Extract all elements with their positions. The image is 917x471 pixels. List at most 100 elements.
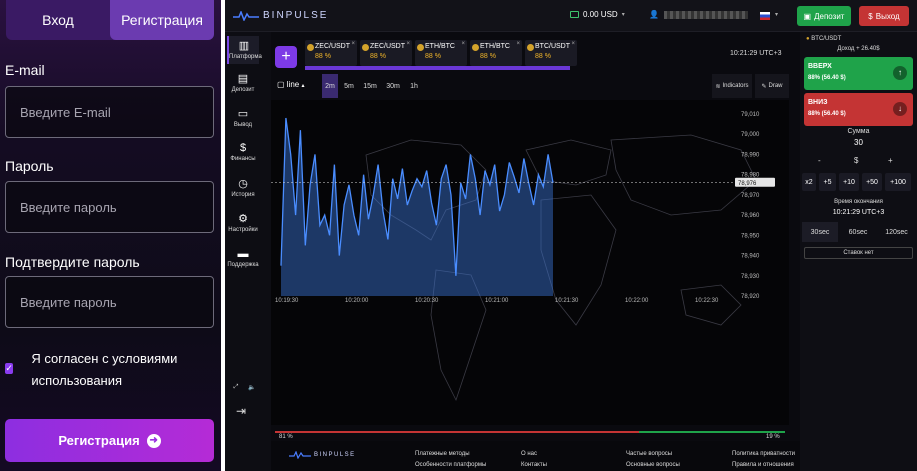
y-tick-label: 78,950 [741,233,760,239]
top-bar: BINPULSE 0.00 USD ▾ 👤 ▾ ▣ Депозит $ Выход [225,0,917,32]
exit-button[interactable]: $ Выход [859,6,909,26]
deposit-label: Депозит [814,11,845,21]
footer-link[interactable]: О нас [521,451,537,457]
multiplier-plus-10[interactable]: +10 [839,173,859,191]
draw-button[interactable]: ✎ Draw [755,74,789,98]
footer-link[interactable]: Частые вопросы [626,451,672,457]
balance-value: 0.00 USD [583,10,618,19]
footer-link[interactable]: Правила и отношения [732,462,794,468]
timeframe-5m[interactable]: 5m [341,74,357,98]
russian-flag-icon[interactable] [760,12,770,20]
chart-type-selector[interactable]: ▢ line ▴ [277,80,305,89]
logo[interactable]: BINPULSE [233,10,328,21]
sound-icon[interactable]: 🔈 [245,384,259,391]
asset-tab[interactable]: BTC/USDT 88 % × [525,40,577,66]
asset-tab[interactable]: ZEC/USDT 88 % × [360,40,412,66]
footer-link[interactable]: Политика приватности [732,451,795,457]
amount-increase-button[interactable]: + [888,156,893,165]
sentiment-up-bar [639,431,785,433]
dollar-icon: $ [868,11,873,21]
close-icon[interactable]: × [406,41,410,47]
current-price-label: 78,976 [738,181,757,187]
timeframe-1h[interactable]: 1h [406,74,422,98]
amount-value[interactable]: 30 [800,138,917,147]
balance[interactable]: 0.00 USD ▾ [570,10,625,19]
footer-link[interactable]: Платежные методы [415,451,470,457]
duration-60sec[interactable]: 60sec [840,222,876,242]
close-icon[interactable]: × [571,41,575,47]
chart-type-label: line [286,80,300,89]
x-tick-label: 10:21:30 [555,298,579,304]
trade-asset: ● BTC/USDT [806,36,841,42]
deposit-button[interactable]: ▣ Депозит [797,6,851,26]
sidebar-item-deposit[interactable]: ▤ Депозит [227,72,259,93]
registration-panel: Вход Регистрация E-mail Пароль Подтверди… [0,0,221,471]
footer-link[interactable]: Контакты [521,462,547,468]
sidebar-item-label: Финансы [230,156,256,162]
multiplier-plus-5[interactable]: +5 [819,173,836,191]
tab-login[interactable]: Вход [6,0,110,40]
sidebar-item-platform[interactable]: ▥ Платформа [227,36,262,64]
timeframe-2m[interactable]: 2m [322,74,338,98]
sidebar-item-history[interactable]: ◷ История [227,177,259,198]
close-icon[interactable]: × [516,41,520,47]
footer-link[interactable]: Особенности платформы [415,462,486,468]
user-account[interactable]: 👤 [649,10,748,19]
indicators-button[interactable]: ≋ Indicators [712,74,752,98]
up-payout: 88% (56.40 $) [808,75,846,81]
down-button[interactable]: ВНИЗ 88% (56.40 $) ↓ [804,93,913,126]
down-label: ВНИЗ [808,99,828,106]
tab-register[interactable]: Регистрация [110,0,214,40]
x-tick-label: 10:19:30 [275,298,299,304]
asset-tab[interactable]: ETH/BTC 88 % × [470,40,522,66]
email-field[interactable] [5,86,214,138]
coin-icon [307,44,314,51]
asset-tab[interactable]: ETH/BTC 88 % × [415,40,467,66]
server-time: 10:21:29 UTC+3 [730,50,782,57]
multiplier-plus-50[interactable]: +50 [862,173,882,191]
no-bets-button[interactable]: Ставок нет [804,247,913,259]
sidebar-item-label: Поддержка [227,262,259,268]
indicators-label: Indicators [722,83,749,89]
close-icon[interactable]: × [351,41,355,47]
multiplier-plus-100[interactable]: +100 [885,173,911,191]
confirm-password-field[interactable] [5,276,214,328]
trade-panel: ● BTC/USDT Доход + 26.40$ ВВЕРХ 88% (56.… [800,32,917,471]
register-button[interactable]: Регистрация ➜ [5,419,214,462]
clock-icon: ◷ [238,178,248,190]
close-icon[interactable]: × [461,41,465,47]
amount-label: Сумма [847,128,870,135]
price-chart[interactable]: 79,010 79,000 78,990 78,980 78,970 78,960 78,9… [271,100,789,425]
expiry-value[interactable]: 10:21:29 UTC+3 [800,209,917,216]
footer-link[interactable]: Основные вопросы [626,462,680,468]
fullscreen-icon[interactable]: ⤢ [229,384,243,391]
terms-checkbox[interactable]: ✓ [5,363,14,374]
trading-app: BINPULSE 0.00 USD ▾ 👤 ▾ ▣ Депозит $ Выход … [225,0,917,471]
up-button[interactable]: ВВЕРХ 88% (56.40 $) ↑ [804,57,913,90]
amount-decrease-button[interactable]: - [818,156,821,165]
password-field[interactable] [5,181,214,233]
sidebar-item-settings[interactable]: ⚙ Настройки [227,212,259,233]
sidebar-item-withdraw[interactable]: ▭ Вывод [227,107,259,128]
asset-payout: 88 % [315,53,331,60]
sentiment-bar: 81 % 19 % [271,425,789,441]
trade-asset-name: BTC/USDT [811,36,842,42]
x-tick-label: 10:22:30 [695,298,719,304]
sidebar: ▥ Платформа ▤ Депозит ▭ Вывод $ Финансы ◷ Ист… [225,32,271,471]
sidebar-item-finance[interactable]: $ Финансы [227,142,259,162]
timeframe-15m[interactable]: 15m [362,74,378,98]
asset-name: BTC/USDT [535,43,570,50]
sidebar-item-support[interactable]: ▬ Поддержка [227,248,259,268]
asset-name: ETH/BTC [480,43,510,50]
sidebar-item-label: Вывод [233,122,253,128]
add-asset-button[interactable]: + [275,46,297,68]
asset-tab[interactable]: ZEC/USDT 88 % × [305,40,357,66]
y-tick-label: 79,000 [741,132,760,138]
multiplier-x2[interactable]: x2 [802,173,816,191]
duration-120sec[interactable]: 120sec [878,222,915,242]
logout-icon[interactable]: ⇥ [231,404,251,418]
timeframe-30m[interactable]: 30m [385,74,401,98]
duration-30sec[interactable]: 30sec [802,222,838,242]
footer-logo[interactable]: BINPULSE [289,451,356,459]
wallet-icon [570,11,579,18]
